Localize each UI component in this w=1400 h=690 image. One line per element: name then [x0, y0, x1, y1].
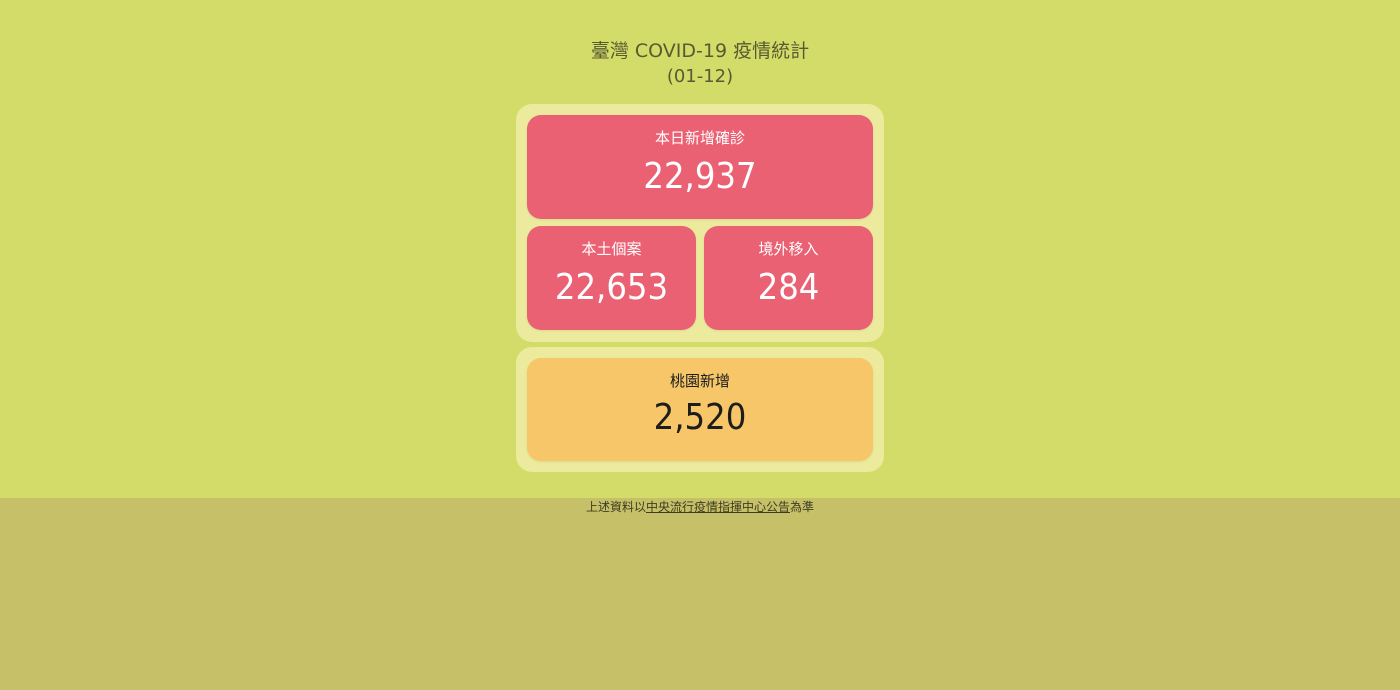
source-note-suffix: 為準 [790, 500, 815, 514]
source-note: 上述資料以中央流行疫情指揮中心公告為準 [0, 497, 1400, 517]
total-cases-card: 本日新增確診 22,937 [527, 115, 873, 219]
taoyuan-cases-label: 桃園新增 [669, 372, 730, 390]
imported-cases-card: 境外移入 284 [704, 226, 873, 330]
page-title: 臺灣 COVID-19 疫情統計 [590, 40, 810, 62]
source-note-prefix: 上述資料以 [585, 500, 646, 514]
taoyuan-cases-value: 2,520 [653, 397, 747, 438]
taoyuan-cases-card: 桃園新增 2,520 [527, 358, 873, 461]
cdc-announcement-link[interactable]: 中央流行疫情指揮中心公告 [646, 500, 790, 514]
local-cases-card: 本土個案 22,653 [527, 226, 696, 330]
local-cases-value: 22,653 [554, 267, 669, 308]
imported-cases-value: 284 [757, 267, 820, 308]
taoyuan-stats-panel: 桃園新增 2,520 [516, 347, 884, 472]
local-cases-label: 本土個案 [581, 240, 642, 258]
total-cases-label: 本日新增確診 [654, 129, 745, 147]
total-cases-value: 22,937 [643, 156, 757, 197]
national-stats-panel: 本日新增確診 22,937 本土個案 22,653 境外移入 284 [516, 104, 884, 342]
imported-cases-label: 境外移入 [758, 240, 819, 258]
page-date: (01-12) [666, 66, 734, 87]
